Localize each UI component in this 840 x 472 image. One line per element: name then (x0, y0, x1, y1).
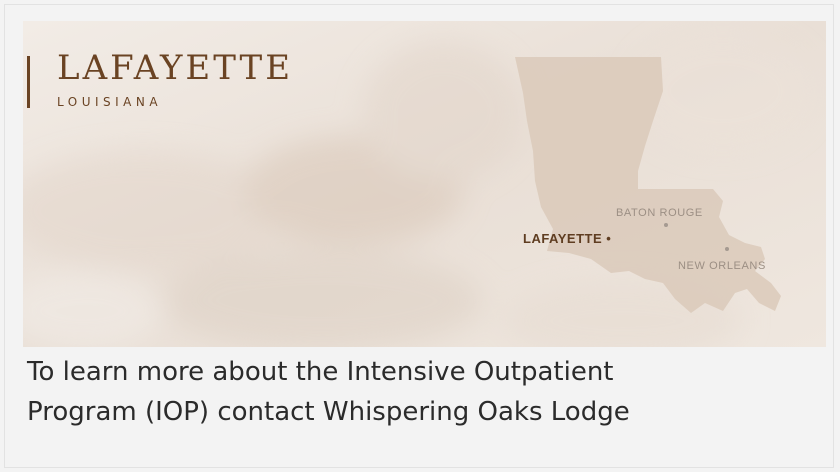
hero-banner: LAFAYETTE LOUISIANA LAFAYETTE • BATON RO… (23, 21, 826, 347)
brand-subtitle: LOUISIANA (57, 95, 163, 109)
caption-text: To learn more about the Intensive Outpat… (27, 352, 817, 432)
map-city-new-orleans: NEW ORLEANS (678, 260, 766, 272)
city-marker-icon: • (606, 231, 612, 246)
map-city-lafayette: LAFAYETTE • (523, 232, 611, 245)
brand-accent-bar (27, 56, 30, 108)
promo-card: LAFAYETTE LOUISIANA LAFAYETTE • BATON RO… (4, 4, 834, 468)
caption-line: Program (IOP) contact Whispering Oaks Lo… (27, 397, 630, 427)
brand-title: LAFAYETTE (57, 48, 294, 88)
caption-line: To learn more about the Intensive Outpat… (27, 357, 614, 387)
map-city-baton-rouge: BATON ROUGE (616, 207, 703, 219)
city-name: LAFAYETTE (523, 231, 603, 246)
